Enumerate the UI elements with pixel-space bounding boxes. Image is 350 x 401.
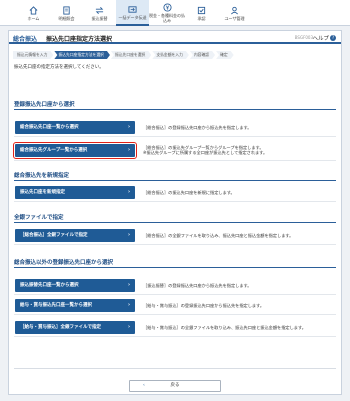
row-description: ［総合振込］の振込先グループ一覧からグループを指定します。 ※振込先グループに所… xyxy=(143,145,267,155)
global-navigation: ホーム 明細照会 振込振替 一括データ伝送 税金・各種料金の払込み 承認 ユーザ… xyxy=(0,0,350,26)
list-item: 振込先口座を新規指定 › ［総合振込］の振込先口座を新規に指定します。 xyxy=(14,184,336,202)
nav-approval[interactable]: 承認 xyxy=(185,0,218,26)
row-description: ［給与・賞与振込］の登録振込先口座から振込先を指定します。 xyxy=(143,303,265,308)
button-label: 総合振込先口座一覧から選択 xyxy=(20,125,79,130)
nav-label: 振込振替 xyxy=(91,15,108,21)
section-divider xyxy=(14,267,336,268)
yen-payment-icon xyxy=(162,3,172,12)
nav-bulk-data-transfer[interactable]: 一括データ伝送 xyxy=(116,0,149,26)
data-transfer-icon xyxy=(128,5,137,14)
zengin-file-button[interactable]: ［総合振込］全銀ファイルで指定 › xyxy=(15,229,135,242)
button-label: 振込振替先口座一覧から選択 xyxy=(20,283,79,288)
select-from-group-list-button[interactable]: 総合振込先グループ一覧から選択 › xyxy=(13,142,137,159)
footer-divider xyxy=(14,368,336,369)
back-button[interactable]: ‹ 戻る xyxy=(129,380,221,392)
section-divider xyxy=(14,180,336,181)
screen-code: BSGF003 xyxy=(294,35,313,40)
transfer-icon xyxy=(95,6,104,15)
button-label: 総合振込先グループ一覧から選択 xyxy=(20,148,88,153)
nav-label: ユーザ管理 xyxy=(224,15,245,21)
section-divider xyxy=(14,109,336,110)
chevron-right-icon: › xyxy=(127,189,130,195)
chevron-right-icon: › xyxy=(127,232,130,238)
page-category: 総合振込 xyxy=(13,36,38,43)
section-divider xyxy=(14,222,336,223)
main-panel: 総合振込 振込先口座指定方法選択 BSGF003 ヘルプ ? 振込元情報を入力 … xyxy=(8,30,342,395)
section-title-registered: 登録振込先口座から選択 xyxy=(14,102,75,108)
chevron-right-icon: › xyxy=(127,282,130,288)
step-5: 内容確認 xyxy=(190,51,215,59)
help-label: ヘルプ xyxy=(312,36,329,42)
progress-steps: 振込元情報を入力 振込先口座指定方法を選択 振込先口座を選択 支払金額を入力 内… xyxy=(13,51,235,59)
row-description: ［総合振込］の登録振込先口座から振込先を指定します。 xyxy=(143,125,252,130)
list-item: 総合振込先グループ一覧から選択 › ［総合振込］の振込先グループ一覧からグループ… xyxy=(13,140,336,161)
step-1: 振込元情報を入力 xyxy=(13,51,53,59)
back-label: 戻る xyxy=(170,383,180,388)
list-item: 振込振替先口座一覧から選択 › ［振込振替］の登録振込先口座から振込先を指定しま… xyxy=(14,277,336,295)
chevron-right-icon: › xyxy=(127,124,130,130)
chevron-right-icon: › xyxy=(127,302,130,308)
approval-icon xyxy=(197,6,206,15)
section-title-new: 総合振込先を新規指定 xyxy=(14,173,70,179)
instruction-text: 振込先口座の指定方法を選択してください。 xyxy=(14,65,104,70)
user-icon xyxy=(230,6,239,15)
nav-user-management[interactable]: ユーザ管理 xyxy=(218,0,251,26)
button-label: 振込先口座を新規指定 xyxy=(20,190,65,195)
salary-account-list-button[interactable]: 給与・賞与振込先口座一覧から選択 › xyxy=(15,299,135,312)
transfer-account-list-button[interactable]: 振込振替先口座一覧から選択 › xyxy=(15,279,135,292)
step-3: 振込先口座を選択 xyxy=(111,51,151,59)
list-item: ［給与・賞与振込］全銀ファイルで指定 › ［給与・賞与振込］の全銀ファイルを取り… xyxy=(14,319,336,337)
document-icon xyxy=(62,5,71,15)
row-description: ［総合振込］の振込先口座を新規に指定します。 xyxy=(143,190,235,195)
salary-zengin-file-button[interactable]: ［給与・賞与振込］全銀ファイルで指定 › xyxy=(15,321,135,334)
row-description: ［振込振替］の登録振込先口座から振込先を指定します。 xyxy=(143,283,252,288)
nav-label: 承認 xyxy=(197,15,206,21)
chevron-right-icon: › xyxy=(127,324,130,330)
chevron-right-icon: › xyxy=(127,147,130,153)
nav-label: 一括データ伝送 xyxy=(118,14,147,20)
step-6: 確定 xyxy=(216,51,234,59)
page-header: 総合振込 振込先口座指定方法選択 BSGF003 ヘルプ ? xyxy=(9,31,341,44)
nav-tax-payment[interactable]: 税金・各種料金の払込み xyxy=(149,0,185,26)
row-description: ［総合振込］の全銀ファイルを取り込み、振込先口座と振込金額を指定します。 xyxy=(143,233,294,238)
select-from-account-list-button[interactable]: 総合振込先口座一覧から選択 › xyxy=(15,121,135,134)
row-description: ［給与・賞与振込］の全銀ファイルを取り込み、振込先口座と振込金額を指定します。 xyxy=(143,325,306,330)
list-item: ［総合振込］全銀ファイルで指定 › ［総合振込］の全銀ファイルを取り込み、振込先… xyxy=(14,227,336,245)
step-4: 支払金額を入力 xyxy=(152,51,189,59)
button-label: ［総合振込］全銀ファイルで指定 xyxy=(20,233,88,238)
nav-home[interactable]: ホーム xyxy=(17,0,50,26)
nav-statement-inquiry[interactable]: 明細照会 xyxy=(50,0,83,26)
button-label: ［給与・賞与振込］全銀ファイルで指定 xyxy=(20,325,101,330)
section-title-other: 総合振込以外の登録振込先口座から選択 xyxy=(14,260,114,266)
button-label: 給与・賞与振込先口座一覧から選択 xyxy=(20,303,92,308)
home-icon xyxy=(29,5,38,15)
help-link[interactable]: ヘルプ ? xyxy=(312,34,336,42)
nav-label: 税金・各種料金の払込み xyxy=(149,13,185,23)
chevron-left-icon: ‹ xyxy=(143,383,145,388)
list-item: 総合振込先口座一覧から選択 › ［総合振込］の登録振込先口座から振込先を指定しま… xyxy=(14,119,336,137)
nav-label: 明細照会 xyxy=(58,15,75,21)
list-item: 給与・賞与振込先口座一覧から選択 › ［給与・賞与振込］の登録振込先口座から振込… xyxy=(14,297,336,315)
description-line: ※振込先グループに所属する全口座が振込先として指定されます。 xyxy=(143,150,268,155)
new-account-button[interactable]: 振込先口座を新規指定 › xyxy=(15,186,135,199)
help-icon: ? xyxy=(330,35,336,41)
step-2-current: 振込先口座指定方法を選択 xyxy=(54,51,110,59)
page-title: 振込先口座指定方法選択 xyxy=(46,36,113,43)
nav-label: ホーム xyxy=(27,15,40,21)
nav-transfer[interactable]: 振込振替 xyxy=(83,0,116,26)
section-title-file: 全銀ファイルで指定 xyxy=(14,215,64,221)
